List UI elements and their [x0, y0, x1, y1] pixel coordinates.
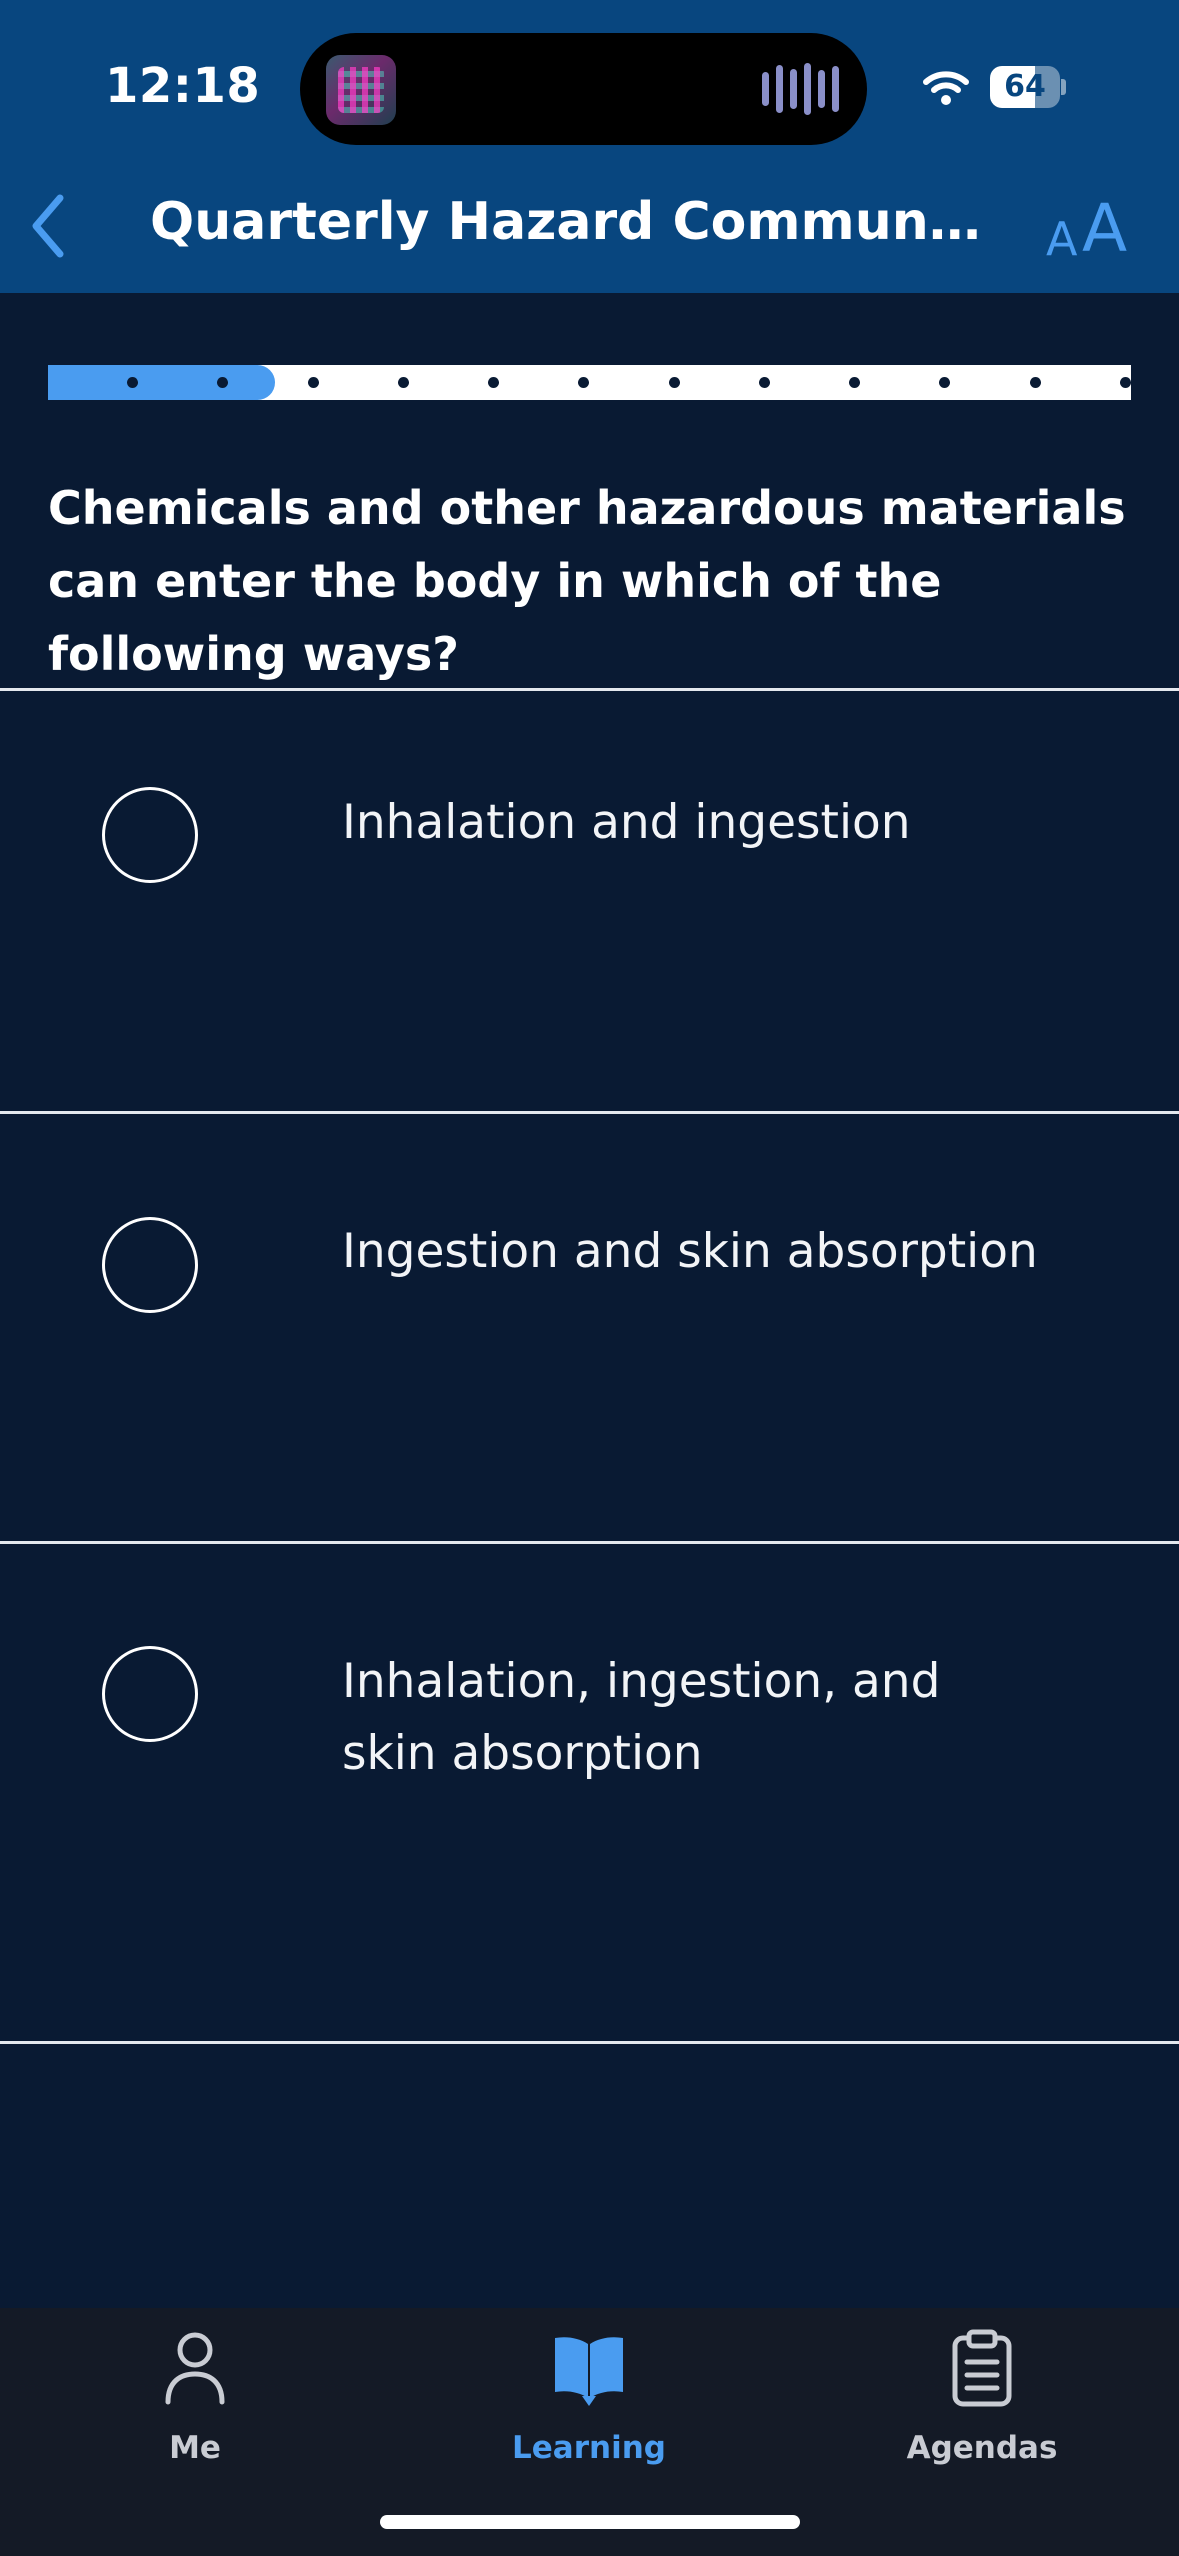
tab-learning[interactable]: Learning	[439, 2308, 739, 2488]
battery-level: 64	[1004, 69, 1046, 104]
answer-option-3[interactable]: Inhalation, ingestion, and skin absorpti…	[0, 1544, 1179, 2041]
tab-me[interactable]: Me	[45, 2308, 345, 2488]
answer-label: Inhalation and ingestion	[342, 795, 911, 850]
clipboard-icon	[952, 2329, 1012, 2407]
now-playing-art-icon	[326, 55, 396, 125]
progress-step-dot	[758, 377, 770, 388]
status-time: 12:18	[105, 58, 261, 114]
person-icon	[165, 2332, 225, 2405]
answer-option-1[interactable]: Inhalation and ingestion	[0, 691, 1179, 1111]
progress-step-dot	[939, 377, 951, 388]
tab-label: Me	[169, 2430, 221, 2466]
divider	[0, 2041, 1179, 2044]
book-icon	[555, 2337, 623, 2406]
tab-label: Agendas	[906, 2430, 1058, 2466]
dynamic-island[interactable]	[300, 33, 867, 145]
tab-label: Learning	[512, 2430, 666, 2466]
header: 12:18 64 Quarterly Hazard Communicatio..…	[0, 0, 1179, 293]
chevron-left-icon[interactable]	[18, 188, 78, 264]
progress-step-dot	[1029, 377, 1041, 388]
audio-waveform-icon	[762, 63, 839, 115]
home-indicator[interactable]	[380, 2515, 800, 2529]
progress-step-dot	[307, 377, 319, 388]
progress-step-dot	[668, 377, 680, 388]
radio-button[interactable]	[102, 1646, 198, 1742]
question-progress-bar	[48, 365, 1131, 400]
radio-button[interactable]	[102, 787, 198, 883]
radio-button[interactable]	[102, 1217, 198, 1313]
progress-step-dot	[849, 377, 861, 388]
page-title: Quarterly Hazard Communicatio...	[150, 192, 990, 252]
progress-step-dot	[397, 377, 409, 388]
progress-step-dot	[127, 377, 138, 388]
answer-label: Ingestion and skin absorption	[342, 1224, 1038, 1279]
quiz-screen: 12:18 64 Quarterly Hazard Communicatio..…	[0, 0, 1179, 2556]
answer-label: Inhalation, ingestion, and skin absorpti…	[342, 1654, 941, 1781]
answer-option-2[interactable]: Ingestion and skin absorption	[0, 1114, 1179, 1541]
progress-step-dot	[1120, 377, 1131, 388]
progress-step-dot	[488, 377, 500, 388]
wifi-icon	[923, 71, 969, 105]
progress-step-dot	[217, 377, 229, 388]
progress-steps	[48, 365, 1131, 400]
text-size-icon[interactable]: A A	[1046, 190, 1136, 267]
battery-icon: 64	[990, 66, 1066, 108]
question-text: Chemicals and other hazardous materials …	[48, 481, 1126, 681]
tab-agendas[interactable]: Agendas	[832, 2308, 1132, 2488]
progress-step-dot	[578, 377, 590, 388]
